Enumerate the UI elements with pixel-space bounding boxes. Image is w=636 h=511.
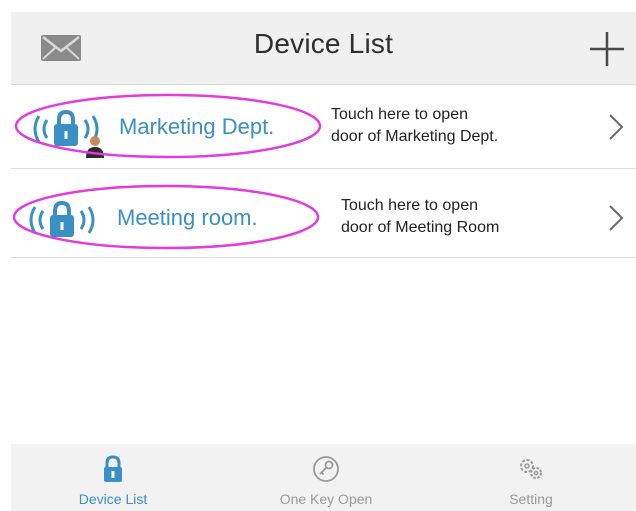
chevron-right-icon[interactable] [607, 112, 625, 142]
bottom-tab-bar: Device List One Key Open Setting [11, 444, 636, 511]
device-name: Marketing Dept. [119, 114, 275, 139]
hint-line: Touch here to open [331, 106, 468, 123]
tab-device-list[interactable]: Device List [23, 444, 203, 511]
device-name: Meeting room. [117, 205, 258, 230]
key-icon [313, 456, 339, 482]
lock-icon [104, 455, 122, 482]
hint-line: Touch here to open [341, 197, 478, 214]
device-row-meeting-room[interactable]: Meeting room. Touch here to open door of… [11, 173, 636, 258]
device-hint: Touch here to open door of Marketing Dep… [331, 104, 498, 148]
user-avatar-icon [86, 136, 104, 158]
top-bar: Device List [11, 12, 636, 85]
plus-icon[interactable] [588, 30, 626, 68]
tab-setting[interactable]: Setting [441, 444, 621, 511]
page-title: Device List [253, 28, 394, 59]
hint-line: door of Marketing Dept. [331, 128, 499, 145]
tab-one-key-open[interactable]: One Key Open [236, 444, 416, 511]
tab-label: One Key Open [279, 491, 373, 507]
chevron-right-icon[interactable] [607, 203, 625, 233]
tab-label: Setting [509, 491, 553, 507]
wireless-lock-icon [29, 200, 95, 237]
device-hint: Touch here to open door of Meeting Room [341, 195, 499, 239]
tab-label: Device List [78, 491, 148, 507]
hint-line: door of Meeting Room [341, 219, 500, 236]
device-row-marketing[interactable]: Marketing Dept. Touch here to open door … [11, 86, 636, 169]
gears-icon [520, 459, 542, 479]
